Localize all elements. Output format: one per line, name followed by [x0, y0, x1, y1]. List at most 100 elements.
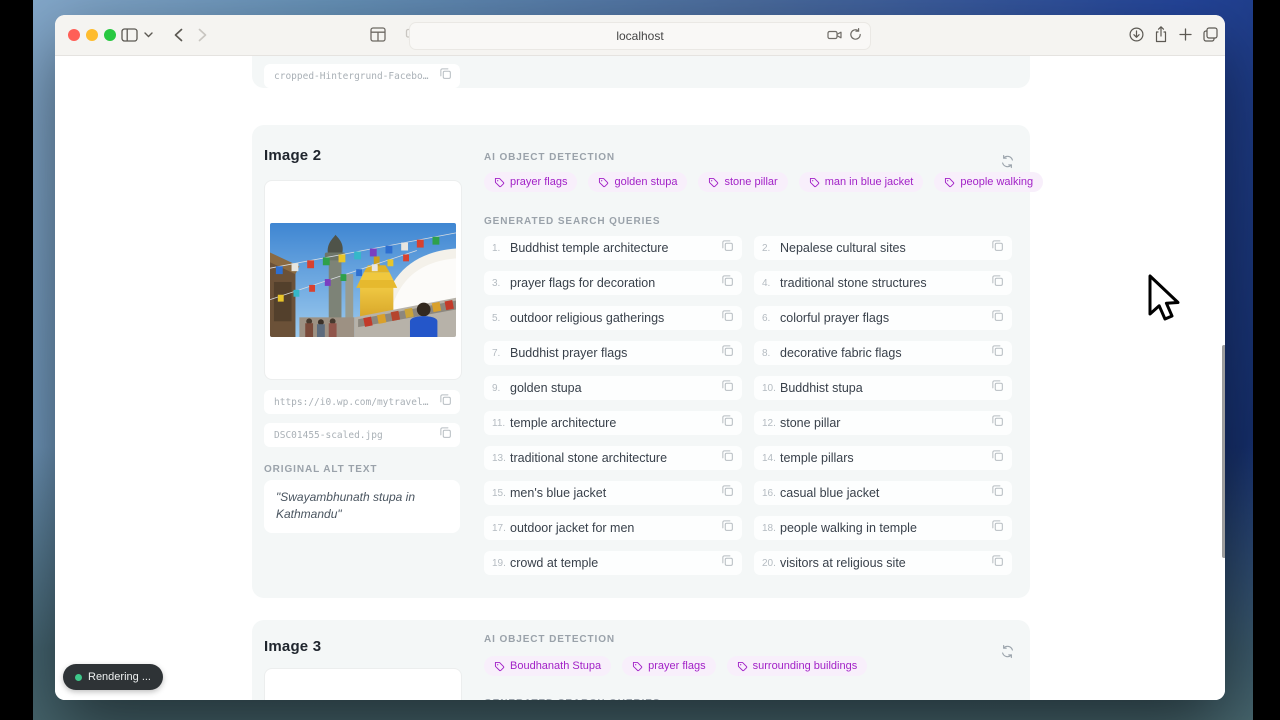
forward-button[interactable] — [198, 28, 207, 42]
tag-chip[interactable]: surrounding buildings — [726, 656, 868, 676]
tab-overview-icon[interactable] — [1203, 27, 1218, 42]
query-item[interactable]: 14. temple pillars — [754, 446, 1012, 470]
query-number: 9. — [492, 382, 501, 394]
copy-icon[interactable] — [721, 274, 734, 292]
minimize-window-button[interactable] — [86, 29, 98, 41]
tag-chip[interactable]: golden stupa — [588, 172, 688, 192]
copy-icon[interactable] — [991, 379, 1004, 397]
query-item[interactable]: 11. temple architecture — [484, 411, 742, 435]
copy-icon[interactable] — [721, 554, 734, 572]
refresh-icon[interactable] — [1000, 644, 1015, 664]
image3-section: Image 3 AI OBJECT DETECTION Boudhanath S… — [252, 620, 1030, 700]
new-tab-icon[interactable] — [1179, 28, 1192, 41]
query-number: 1. — [492, 242, 501, 254]
query-text: Buddhist prayer flags — [510, 346, 628, 360]
alt-text-card: "Swayambhunath stupa in Kathmandu" — [264, 480, 460, 533]
copy-icon[interactable] — [721, 414, 734, 432]
share-icon[interactable] — [1154, 26, 1168, 43]
query-item[interactable]: 15. men's blue jacket — [484, 481, 742, 505]
query-number: 6. — [762, 312, 771, 324]
back-button[interactable] — [174, 28, 183, 42]
image2-filename: DSC01455-scaled.jpg — [274, 429, 383, 441]
query-number: 13. — [492, 452, 506, 464]
address-bar[interactable]: localhost — [409, 22, 871, 50]
query-item[interactable]: 16. casual blue jacket — [754, 481, 1012, 505]
refresh-icon[interactable] — [1000, 154, 1015, 174]
image2-tags: prayer flags golden stupa stone pillar m… — [484, 172, 1044, 192]
copy-icon[interactable] — [991, 449, 1004, 467]
query-item[interactable]: 20. visitors at religious site — [754, 551, 1012, 575]
tag-label: stone pillar — [724, 176, 778, 188]
query-text: Nepalese cultural sites — [780, 241, 906, 255]
image2-section: Image 2 https://i0.wp.com/mytravel… DSC0… — [252, 125, 1044, 598]
query-number: 8. — [762, 347, 771, 359]
copy-icon[interactable] — [721, 484, 734, 502]
tag-chip[interactable]: prayer flags — [622, 656, 716, 676]
reload-icon[interactable] — [849, 28, 862, 46]
query-number: 17. — [492, 522, 506, 534]
copy-icon[interactable] — [721, 379, 734, 397]
copy-icon[interactable] — [439, 393, 452, 411]
address-text: localhost — [616, 29, 664, 43]
query-item[interactable]: 4. traditional stone structures — [754, 271, 1012, 295]
tag-chip[interactable]: Boudhanath Stupa — [484, 656, 612, 676]
close-window-button[interactable] — [68, 29, 80, 41]
image1-section: cropped-Hintergrund-Facebo… — [252, 55, 1030, 88]
copy-icon[interactable] — [991, 344, 1004, 362]
tag-chip[interactable]: prayer flags — [484, 172, 578, 192]
query-item[interactable]: 12. stone pillar — [754, 411, 1012, 435]
copy-icon[interactable] — [439, 67, 452, 85]
copy-icon[interactable] — [991, 414, 1004, 432]
query-text: Buddhist temple architecture — [510, 241, 669, 255]
query-item[interactable]: 5. outdoor religious gatherings — [484, 306, 742, 330]
query-number: 12. — [762, 417, 776, 429]
query-item[interactable]: 6. colorful prayer flags — [754, 306, 1012, 330]
tag-chip[interactable]: people walking — [934, 172, 1044, 192]
query-text: prayer flags for decoration — [510, 276, 656, 290]
letterbox-left — [0, 0, 33, 720]
image2-filename-field: DSC01455-scaled.jpg — [264, 423, 460, 447]
query-item[interactable]: 13. traditional stone architecture — [484, 446, 742, 470]
copy-icon[interactable] — [991, 484, 1004, 502]
zoom-window-button[interactable] — [104, 29, 116, 41]
tag-label: golden stupa — [614, 176, 678, 188]
copy-icon[interactable] — [439, 426, 452, 444]
copy-icon[interactable] — [721, 449, 734, 467]
copy-icon[interactable] — [991, 239, 1004, 257]
privacy-camera-icon[interactable] — [827, 28, 842, 46]
copy-icon[interactable] — [721, 344, 734, 362]
tag-chip[interactable]: man in blue jacket — [798, 172, 924, 192]
image1-filename-field: cropped-Hintergrund-Facebo… — [264, 64, 460, 88]
copy-icon[interactable] — [991, 309, 1004, 327]
copy-icon[interactable] — [991, 554, 1004, 572]
query-item[interactable]: 2. Nepalese cultural sites — [754, 236, 1012, 260]
copy-icon[interactable] — [721, 239, 734, 257]
chevron-down-icon[interactable] — [144, 32, 153, 38]
copy-icon[interactable] — [991, 519, 1004, 537]
scrollbar[interactable] — [1222, 345, 1225, 558]
copy-icon[interactable] — [721, 309, 734, 327]
query-text: decorative fabric flags — [780, 346, 902, 360]
tag-chip[interactable]: stone pillar — [698, 172, 788, 192]
query-item[interactable]: 19. crowd at temple — [484, 551, 742, 575]
alt-text-label: ORIGINAL ALT TEXT — [264, 464, 378, 475]
image2-thumbnail-card — [264, 180, 462, 380]
page-layout-icon[interactable] — [370, 27, 386, 42]
query-item[interactable]: 10. Buddhist stupa — [754, 376, 1012, 400]
downloads-icon[interactable] — [1129, 27, 1144, 42]
query-item[interactable]: 1. Buddhist temple architecture — [484, 236, 742, 260]
query-item[interactable]: 8. decorative fabric flags — [754, 341, 1012, 365]
query-item[interactable]: 9. golden stupa — [484, 376, 742, 400]
query-number: 7. — [492, 347, 501, 359]
query-item[interactable]: 3. prayer flags for decoration — [484, 271, 742, 295]
query-item[interactable]: 18. people walking in temple — [754, 516, 1012, 540]
query-number: 20. — [762, 557, 776, 569]
copy-icon[interactable] — [721, 519, 734, 537]
mouse-cursor-icon — [1144, 274, 1184, 331]
copy-icon[interactable] — [991, 274, 1004, 292]
query-item[interactable]: 17. outdoor jacket for men — [484, 516, 742, 540]
query-number: 19. — [492, 557, 506, 569]
query-number: 11. — [492, 417, 506, 429]
query-item[interactable]: 7. Buddhist prayer flags — [484, 341, 742, 365]
sidebar-toggle-icon[interactable] — [121, 28, 138, 42]
